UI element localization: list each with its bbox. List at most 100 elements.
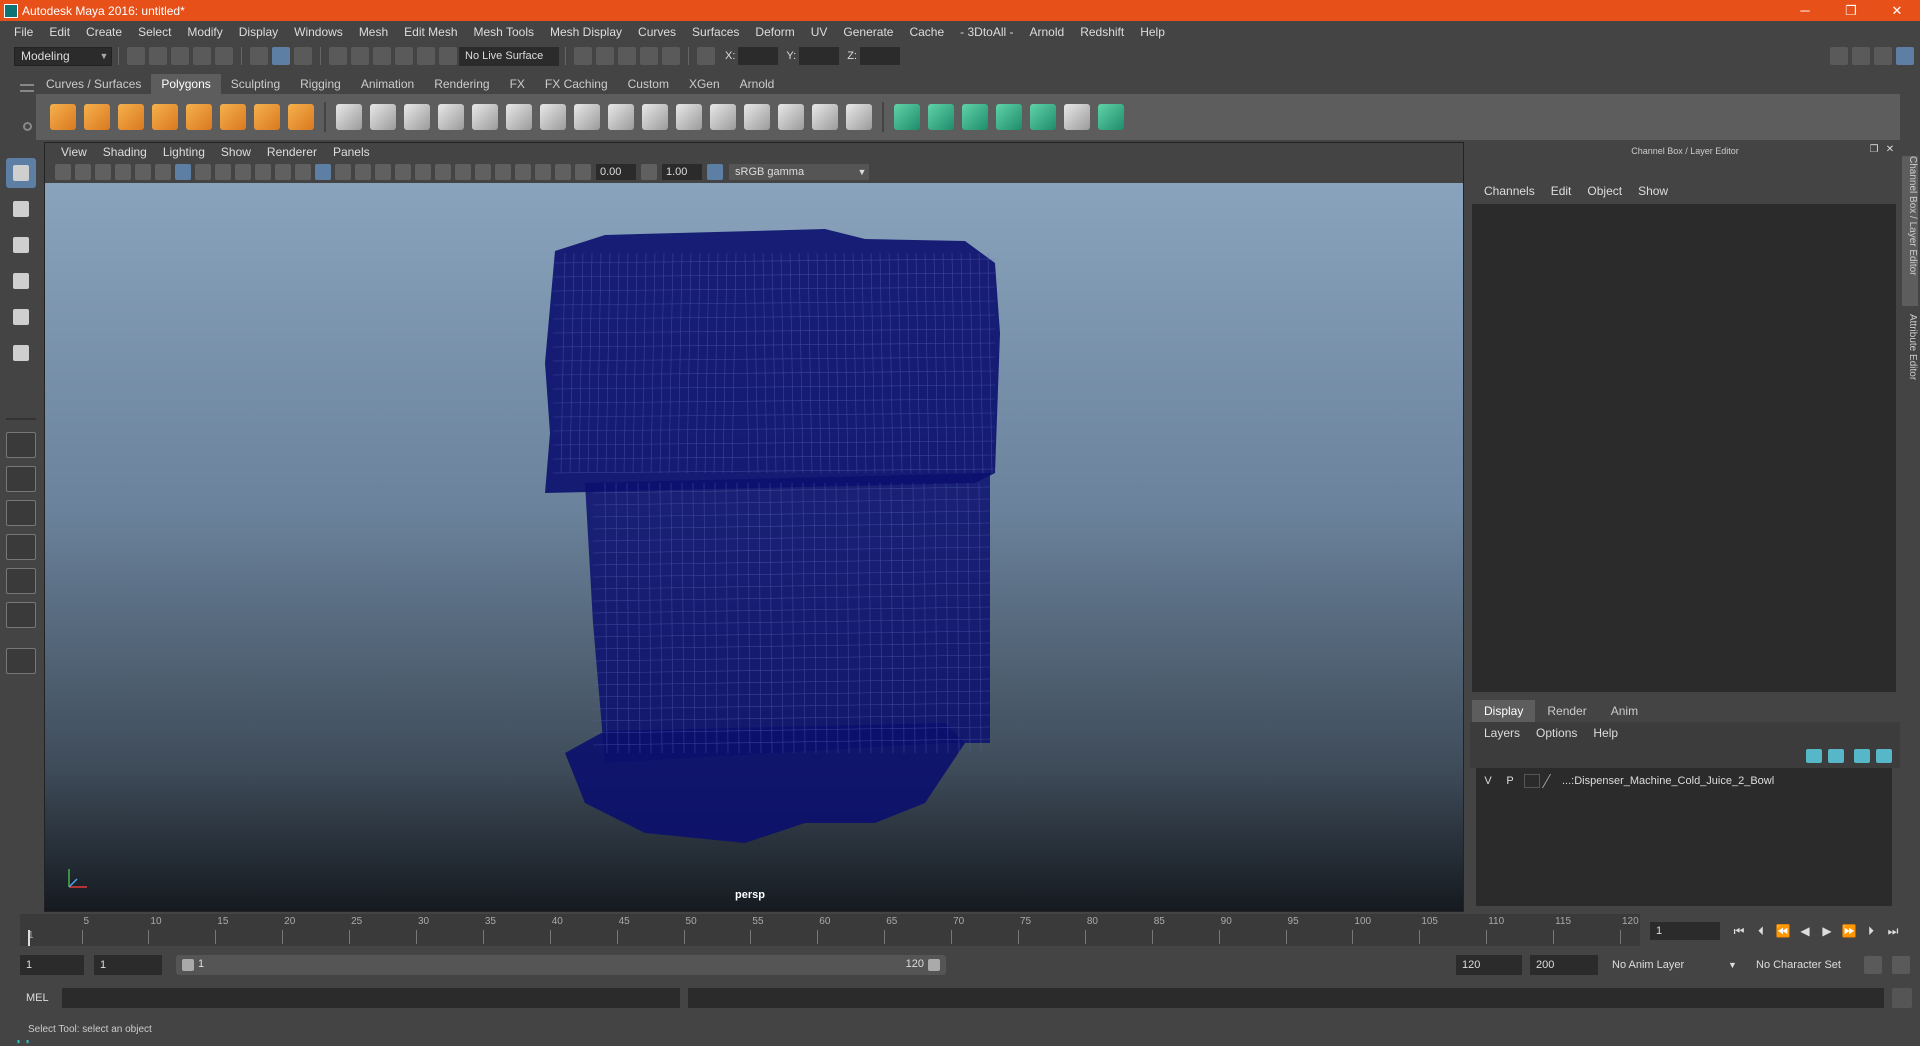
snap-view-plane-icon[interactable]	[395, 47, 413, 65]
menu-curves[interactable]: Curves	[630, 25, 684, 39]
combine-icon[interactable]	[336, 104, 362, 130]
menu-edit[interactable]: Edit	[41, 25, 78, 39]
bevel-icon[interactable]	[472, 104, 498, 130]
layer-menu-layers[interactable]: Layers	[1476, 726, 1528, 740]
shelf-tab-xgen[interactable]: XGen	[679, 74, 730, 94]
multi-cut-icon[interactable]	[540, 104, 566, 130]
new-scene-icon[interactable]	[127, 47, 145, 65]
smooth-icon[interactable]	[404, 104, 430, 130]
single-perspective-layout-button[interactable]	[6, 432, 36, 458]
triangulate-icon[interactable]	[812, 104, 838, 130]
live-surface-icon[interactable]	[439, 47, 457, 65]
grid-icon[interactable]	[175, 164, 191, 180]
menu-mesh[interactable]: Mesh	[351, 25, 396, 39]
planar-uv-icon[interactable]	[894, 104, 920, 130]
view-transform-dropdown[interactable]: sRGB gamma ▼	[729, 164, 869, 180]
isolate-select-icon[interactable]	[495, 164, 511, 180]
bookmark-icon[interactable]	[95, 164, 111, 180]
boolean-icon[interactable]	[744, 104, 770, 130]
panel-menu-show[interactable]: Show	[213, 145, 259, 159]
gate-mask-icon[interactable]	[235, 164, 251, 180]
move-tool-button[interactable]	[6, 266, 36, 296]
layout-uv-icon[interactable]	[1098, 104, 1124, 130]
side-tab-channel-box[interactable]: Channel Box / Layer Editor	[1902, 156, 1918, 306]
wireframe-icon[interactable]	[315, 164, 331, 180]
insert-edge-loop-icon[interactable]	[574, 104, 600, 130]
open-scene-icon[interactable]	[149, 47, 167, 65]
menu-3dtoall[interactable]: - 3DtoAll -	[952, 25, 1021, 39]
quadrangulate-icon[interactable]	[846, 104, 872, 130]
undo-icon[interactable]	[193, 47, 211, 65]
shelf-tab-custom[interactable]: Custom	[618, 74, 679, 94]
shelf-tab-rendering[interactable]: Rendering	[424, 74, 499, 94]
gear-icon[interactable]	[23, 122, 32, 131]
lasso-tool-button[interactable]	[6, 194, 36, 224]
go-to-end-icon[interactable]: ⏭	[1882, 922, 1904, 940]
step-back-frame-icon[interactable]: ⏴	[1750, 922, 1772, 940]
layer-playback-toggle[interactable]: P	[1502, 775, 1518, 787]
animation-end-field[interactable]: 200	[1530, 955, 1598, 975]
menu-surfaces[interactable]: Surfaces	[684, 25, 747, 39]
range-start-handle[interactable]	[182, 959, 194, 971]
shelf-tab-sculpting[interactable]: Sculpting	[221, 74, 290, 94]
perspective-graph-layout-button[interactable]	[6, 534, 36, 560]
screen-space-ao-icon[interactable]	[435, 164, 451, 180]
menu-help[interactable]: Help	[1132, 25, 1173, 39]
gamma-field[interactable]: 1.00	[662, 164, 702, 180]
restore-button[interactable]: ❐	[1828, 0, 1874, 21]
select-component-icon[interactable]	[294, 47, 312, 65]
channel-box-toggle-icon[interactable]	[1896, 47, 1914, 65]
save-scene-icon[interactable]	[171, 47, 189, 65]
close-icon[interactable]: ✕	[1884, 144, 1896, 156]
panel-menu-shading[interactable]: Shading	[95, 145, 155, 159]
layer-menu-help[interactable]: Help	[1585, 726, 1626, 740]
current-frame-field[interactable]: 1	[1650, 922, 1720, 940]
cylindrical-uv-icon[interactable]	[928, 104, 954, 130]
gamma-icon[interactable]	[641, 164, 657, 180]
xray-components-icon[interactable]	[555, 164, 571, 180]
snap-surface-icon[interactable]	[417, 47, 435, 65]
redo-icon[interactable]	[215, 47, 233, 65]
merge-icon[interactable]	[642, 104, 668, 130]
play-forwards-icon[interactable]: ▶	[1816, 922, 1838, 940]
custom-layout-button[interactable]	[6, 648, 36, 674]
snap-point-icon[interactable]	[373, 47, 391, 65]
layer-tab-display[interactable]: Display	[1472, 700, 1536, 722]
uv-editor-icon[interactable]	[1064, 104, 1090, 130]
use-lights-icon[interactable]	[395, 164, 411, 180]
cylinder-icon[interactable]	[118, 104, 144, 130]
shelf-tab-fx[interactable]: FX	[500, 74, 535, 94]
menu-redshift[interactable]: Redshift	[1072, 25, 1132, 39]
cube-icon[interactable]	[84, 104, 110, 130]
layer-tab-render[interactable]: Render	[1535, 700, 1598, 722]
layer-visibility-toggle[interactable]: V	[1480, 775, 1496, 787]
extract-icon[interactable]	[438, 104, 464, 130]
animation-preferences-icon[interactable]	[1892, 956, 1910, 974]
time-slider[interactable]: 1 5 10 15 20 25 30 35 40 45 50 55 60 65 70 75 80 85 90 95 1…	[20, 914, 1640, 946]
four-view-layout-button[interactable]	[6, 466, 36, 492]
channel-box-menu-object[interactable]: Object	[1579, 184, 1630, 198]
shelf-menu-icon[interactable]	[20, 84, 34, 92]
cone-icon[interactable]	[152, 104, 178, 130]
playback-end-field[interactable]: 120	[1456, 955, 1522, 975]
layer-menu-options[interactable]: Options	[1528, 726, 1585, 740]
torus-icon[interactable]	[220, 104, 246, 130]
layer-display-type-toggle[interactable]	[1524, 774, 1540, 788]
panel-menu-lighting[interactable]: Lighting	[155, 145, 213, 159]
menu-mesh-display[interactable]: Mesh Display	[542, 25, 630, 39]
new-empty-layer-icon[interactable]	[1854, 749, 1870, 763]
render-view-icon[interactable]	[640, 47, 658, 65]
range-end-handle[interactable]	[928, 959, 940, 971]
new-layer-from-selection-icon[interactable]	[1876, 749, 1892, 763]
go-to-start-icon[interactable]: ⏮	[1728, 922, 1750, 940]
panel-menu-view[interactable]: View	[53, 145, 95, 159]
menu-arnold[interactable]: Arnold	[1022, 25, 1073, 39]
menu-file[interactable]: File	[6, 25, 41, 39]
transform-mode-icon[interactable]	[697, 47, 715, 65]
shelf-tab-curves-surfaces[interactable]: Curves / Surfaces	[36, 74, 151, 94]
y-field[interactable]	[799, 47, 840, 65]
shelf-tab-polygons[interactable]: Polygons	[151, 74, 221, 94]
xray-joints-icon[interactable]	[535, 164, 551, 180]
render-frame-icon[interactable]	[596, 47, 614, 65]
attribute-editor-toggle-icon[interactable]	[1852, 47, 1870, 65]
